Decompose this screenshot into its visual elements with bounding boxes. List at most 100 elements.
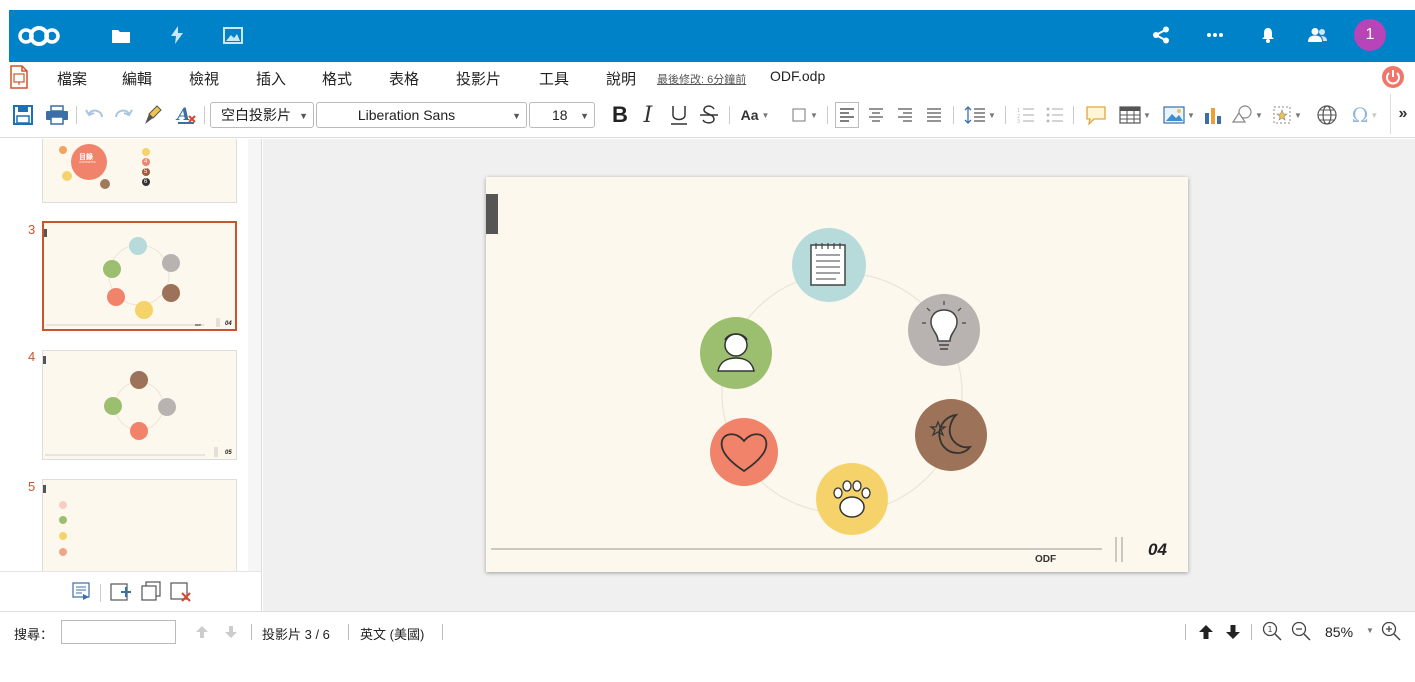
insert-image-button[interactable]: ▼ [1159,104,1199,126]
thumb-footer-text: ODF [195,323,202,327]
menu-view[interactable]: 檢視 [189,68,219,89]
duplicate-slide-icon[interactable] [138,580,164,602]
slide-show-icon[interactable] [70,580,92,602]
numbered-list-icon[interactable]: 123 [1015,104,1037,126]
svg-text:3: 3 [1017,119,1020,123]
font-size-select[interactable]: 18 ▼ [529,102,595,128]
fontwork-button[interactable]: ▼ [1269,104,1305,126]
last-modified-link[interactable]: 最後修改: 6分鐘前 [657,71,746,87]
svg-text:1: 1 [1268,625,1273,634]
app-window: 1 檔案 編輯 檢視 插入 格式 表格 投影片 工具 說明 最後修改: 6分鐘前… [0,0,1415,682]
change-case-button[interactable]: Aa ▼ [740,104,770,126]
gallery-icon[interactable] [218,20,248,50]
menu-edit[interactable]: 編輯 [122,68,152,89]
slide-thumbnail-5[interactable] [42,479,237,571]
font-name-value: Liberation Sans [357,107,456,123]
slide-thumbnail-2[interactable]: 目錄 CONTENTS 4 5 6 [42,139,237,203]
undo-icon[interactable] [84,104,106,126]
previous-slide-icon[interactable] [1197,621,1215,643]
search-down-icon[interactable] [222,621,240,643]
chevron-down-icon: ▼ [761,110,770,120]
share-icon[interactable] [1146,20,1176,50]
chevron-down-icon: ▼ [988,110,996,120]
search-input[interactable] [61,620,176,644]
current-slide[interactable]: ODF 04 [486,177,1188,572]
search-label: 搜尋： [14,627,54,642]
more-icon[interactable] [1200,20,1230,50]
bullet-list-icon[interactable] [1044,104,1066,126]
special-character-button[interactable]: Ω ▼ [1345,103,1385,127]
italic-icon[interactable]: I [637,103,659,128]
zoom-reset-icon[interactable]: 1 [1261,620,1283,642]
menu-slide[interactable]: 投影片 [456,68,501,89]
justify-icon[interactable] [923,104,945,126]
clear-formatting-icon[interactable]: A [174,104,198,126]
redo-icon[interactable] [112,104,134,126]
chevron-down-icon: ▼ [299,111,308,121]
line-spacing-button[interactable]: ▼ [961,104,999,126]
clone-formatting-icon[interactable] [142,104,166,126]
thumb-item-number: 5 [144,169,148,175]
language-status[interactable]: 英文 (美國) [360,624,424,643]
new-slide-icon[interactable] [108,580,134,602]
menu-table[interactable]: 表格 [389,68,419,89]
chevron-down-icon: ▼ [580,111,589,121]
slide-canvas[interactable]: ODF 04 [263,139,1415,611]
menu-insert[interactable]: 插入 [256,68,286,89]
zoom-level[interactable]: 85% [1325,624,1353,640]
underline-icon[interactable] [667,104,691,126]
border-style-button[interactable]: ▼ [788,104,822,126]
notifications-icon[interactable] [1253,20,1283,50]
align-center-icon[interactable] [865,104,887,126]
insert-shapes-button[interactable]: ▼ [1229,104,1265,126]
slide-thumbnail-4[interactable]: 05 [42,350,237,460]
chevron-down-icon[interactable]: ▼ [1366,626,1374,635]
notepad-icon [792,228,866,302]
bold-icon[interactable]: B [609,102,631,127]
search-up-icon[interactable] [193,621,211,643]
activity-icon[interactable] [162,20,192,50]
paw-icon [816,463,888,535]
slide-number-5: 5 [28,479,36,494]
menu-format[interactable]: 格式 [322,68,352,89]
save-icon[interactable] [12,104,34,126]
insert-hyperlink-icon[interactable] [1315,104,1339,126]
slide-thumbnail-3[interactable]: ODF 04 [42,221,237,331]
user-avatar[interactable]: 1 [1354,19,1386,51]
close-document-icon[interactable] [1380,64,1406,95]
menu-file[interactable]: 檔案 [57,68,87,89]
menu-help[interactable]: 說明 [606,68,636,89]
insert-table-button[interactable]: ▼ [1115,104,1155,126]
align-right-icon[interactable] [894,104,916,126]
change-case-label: Aa [740,107,759,123]
insert-chart-icon[interactable] [1201,104,1225,126]
slide-layout-select[interactable]: 空白投影片 ▼ [210,102,314,128]
chevron-down-icon: ▼ [1294,110,1302,120]
menu-tools[interactable]: 工具 [539,68,569,89]
person-icon [700,317,772,389]
chevron-down-icon: ▼ [1255,110,1263,120]
delete-slide-icon[interactable] [168,580,194,602]
nextcloud-logo-icon[interactable] [17,21,61,51]
thumb-item-number: 4 [144,159,148,165]
files-icon[interactable] [106,20,136,50]
zoom-in-icon[interactable] [1380,620,1402,642]
sorter-scrollbar[interactable] [248,139,261,571]
next-slide-icon[interactable] [1224,621,1242,643]
strikethrough-icon[interactable] [697,104,721,126]
document-name[interactable]: ODF.odp [770,68,825,84]
align-left-icon[interactable] [835,102,859,128]
print-icon[interactable] [44,104,70,126]
moon-icon [915,399,987,471]
thumb-page-label: 04 [225,321,232,327]
contacts-icon[interactable] [1303,20,1333,50]
font-name-select[interactable]: Liberation Sans ▼ [316,102,527,128]
zoom-out-icon[interactable] [1290,620,1312,642]
slide-number-3: 3 [28,222,36,237]
lightbulb-icon [908,294,980,366]
chevron-down-icon: ▼ [1370,110,1379,120]
slide-position: 投影片 3 / 6 [262,627,330,642]
toolbar-overflow-button[interactable]: » [1390,94,1415,134]
comment-icon[interactable] [1083,104,1109,126]
slide-sorter[interactable]: 目錄 CONTENTS 4 5 6 3 ODF 04 4 05 5 [0,139,262,571]
